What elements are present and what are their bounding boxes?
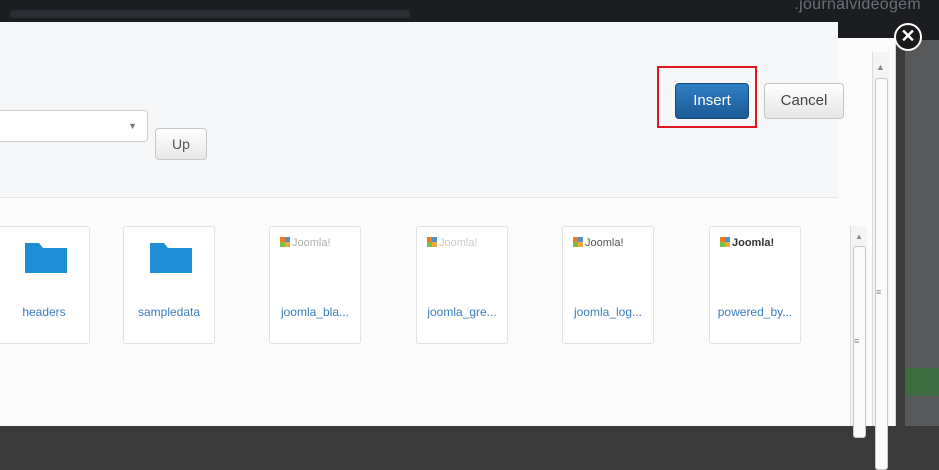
file-name: joomla_gre... [427, 305, 497, 319]
scroll-grip-icon: ≡ [876, 287, 882, 297]
file-grid-scrollbar[interactable]: ▲ ≡ [850, 226, 867, 438]
file-tile-image-powered-by[interactable]: Joomla! powered_by... [709, 226, 801, 344]
dialog-scrollbar[interactable]: ▲ ≡ [872, 52, 889, 470]
up-button[interactable]: Up [155, 128, 207, 160]
folder-icon [150, 243, 192, 273]
brand-text: .journalvideogem [794, 0, 921, 13]
file-tile-folder-sampledata[interactable]: sampledata [123, 226, 215, 344]
file-name: joomla_bla... [280, 305, 350, 319]
joomla-logo-icon: Joomla! [427, 237, 499, 255]
insert-button[interactable]: Insert [675, 83, 749, 119]
scroll-up-icon[interactable]: ▲ [855, 232, 863, 241]
file-name: headers [22, 305, 66, 319]
file-tile-image-joomla-black[interactable]: Joomla! joomla_bla... [269, 226, 361, 344]
file-tile-image-joomla-grey[interactable]: Joomla! joomla_gre... [416, 226, 508, 344]
joomla-logo-icon: Joomla! [573, 237, 645, 255]
chevron-down-icon: ▼ [128, 121, 137, 131]
joomla-mark-icon [427, 237, 437, 247]
folder-icon [25, 243, 67, 273]
folder-select[interactable]: ▼ [0, 110, 148, 142]
joomla-logo-icon: Joomla! [280, 237, 352, 255]
file-tile-image-joomla-logo[interactable]: Joomla! joomla_log... [562, 226, 654, 344]
joomla-logo-icon: Joomla! [720, 237, 792, 255]
cancel-button[interactable]: Cancel [764, 83, 844, 119]
close-icon[interactable]: ✕ [894, 23, 922, 51]
scroll-grip-icon: ≡ [854, 336, 860, 346]
scroll-up-icon[interactable]: ▲ [876, 62, 885, 72]
top-bar-blurred-content [10, 10, 410, 18]
joomla-mark-icon [573, 237, 583, 247]
file-tile-folder-headers[interactable]: headers [0, 226, 90, 344]
joomla-mark-icon [280, 237, 290, 247]
background-green-bar [905, 368, 939, 396]
joomla-mark-icon [720, 237, 730, 247]
file-name: powered_by... [717, 305, 793, 319]
scrollbar-thumb[interactable] [875, 78, 888, 470]
file-name: sampledata [137, 305, 201, 319]
file-name: joomla_log... [573, 305, 643, 319]
